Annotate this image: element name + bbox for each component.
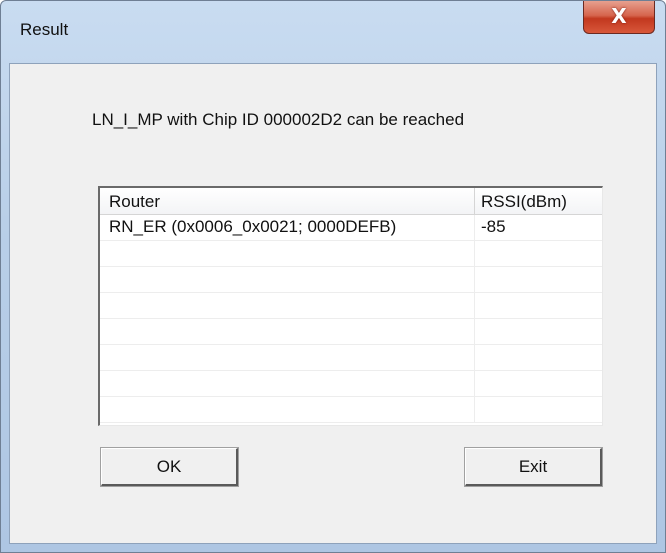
router-list[interactable]: Router RSSI(dBm) RN_ER (0x0006_0x0021; 0…: [98, 186, 603, 426]
rssi-cell: [475, 397, 602, 423]
router-cell: [100, 397, 475, 423]
rssi-cell: [475, 267, 602, 293]
title-bar[interactable]: Result X: [1, 1, 665, 63]
table-row[interactable]: [100, 371, 602, 397]
list-header: Router RSSI(dBm): [100, 188, 602, 215]
reachability-message: LN_I_MP with Chip ID 000002D2 can be rea…: [92, 110, 465, 129]
router-cell: RN_ER (0x0006_0x0021; 0000DEFB): [100, 215, 475, 241]
result-dialog: Result X LN_I_MP with Chip ID 000002D2 c…: [0, 0, 666, 553]
rssi-cell: [475, 241, 602, 267]
table-row[interactable]: [100, 267, 602, 293]
rssi-cell: [475, 345, 602, 371]
ok-button[interactable]: OK: [100, 447, 239, 487]
rssi-cell: [475, 371, 602, 397]
table-row[interactable]: [100, 241, 602, 267]
table-row[interactable]: [100, 319, 602, 345]
rssi-cell: [475, 319, 602, 345]
router-cell: [100, 371, 475, 397]
router-cell: [100, 267, 475, 293]
close-icon: X: [611, 4, 627, 28]
list-body: RN_ER (0x0006_0x0021; 0000DEFB) -85: [100, 215, 602, 423]
close-button[interactable]: X: [583, 1, 655, 34]
table-row[interactable]: [100, 345, 602, 371]
router-cell: [100, 241, 475, 267]
router-cell: [100, 293, 475, 319]
column-header-rssi[interactable]: RSSI(dBm): [475, 188, 602, 215]
exit-button[interactable]: Exit: [464, 447, 603, 487]
table-row[interactable]: [100, 397, 602, 423]
router-cell: [100, 319, 475, 345]
table-row[interactable]: RN_ER (0x0006_0x0021; 0000DEFB) -85: [100, 215, 602, 241]
column-header-router[interactable]: Router: [100, 188, 475, 215]
router-cell: [100, 345, 475, 371]
dialog-body: LN_I_MP with Chip ID 000002D2 can be rea…: [9, 63, 657, 544]
table-row[interactable]: [100, 293, 602, 319]
rssi-cell: -85: [481, 217, 506, 236]
rssi-cell: [475, 293, 602, 319]
window-title: Result: [20, 20, 69, 39]
